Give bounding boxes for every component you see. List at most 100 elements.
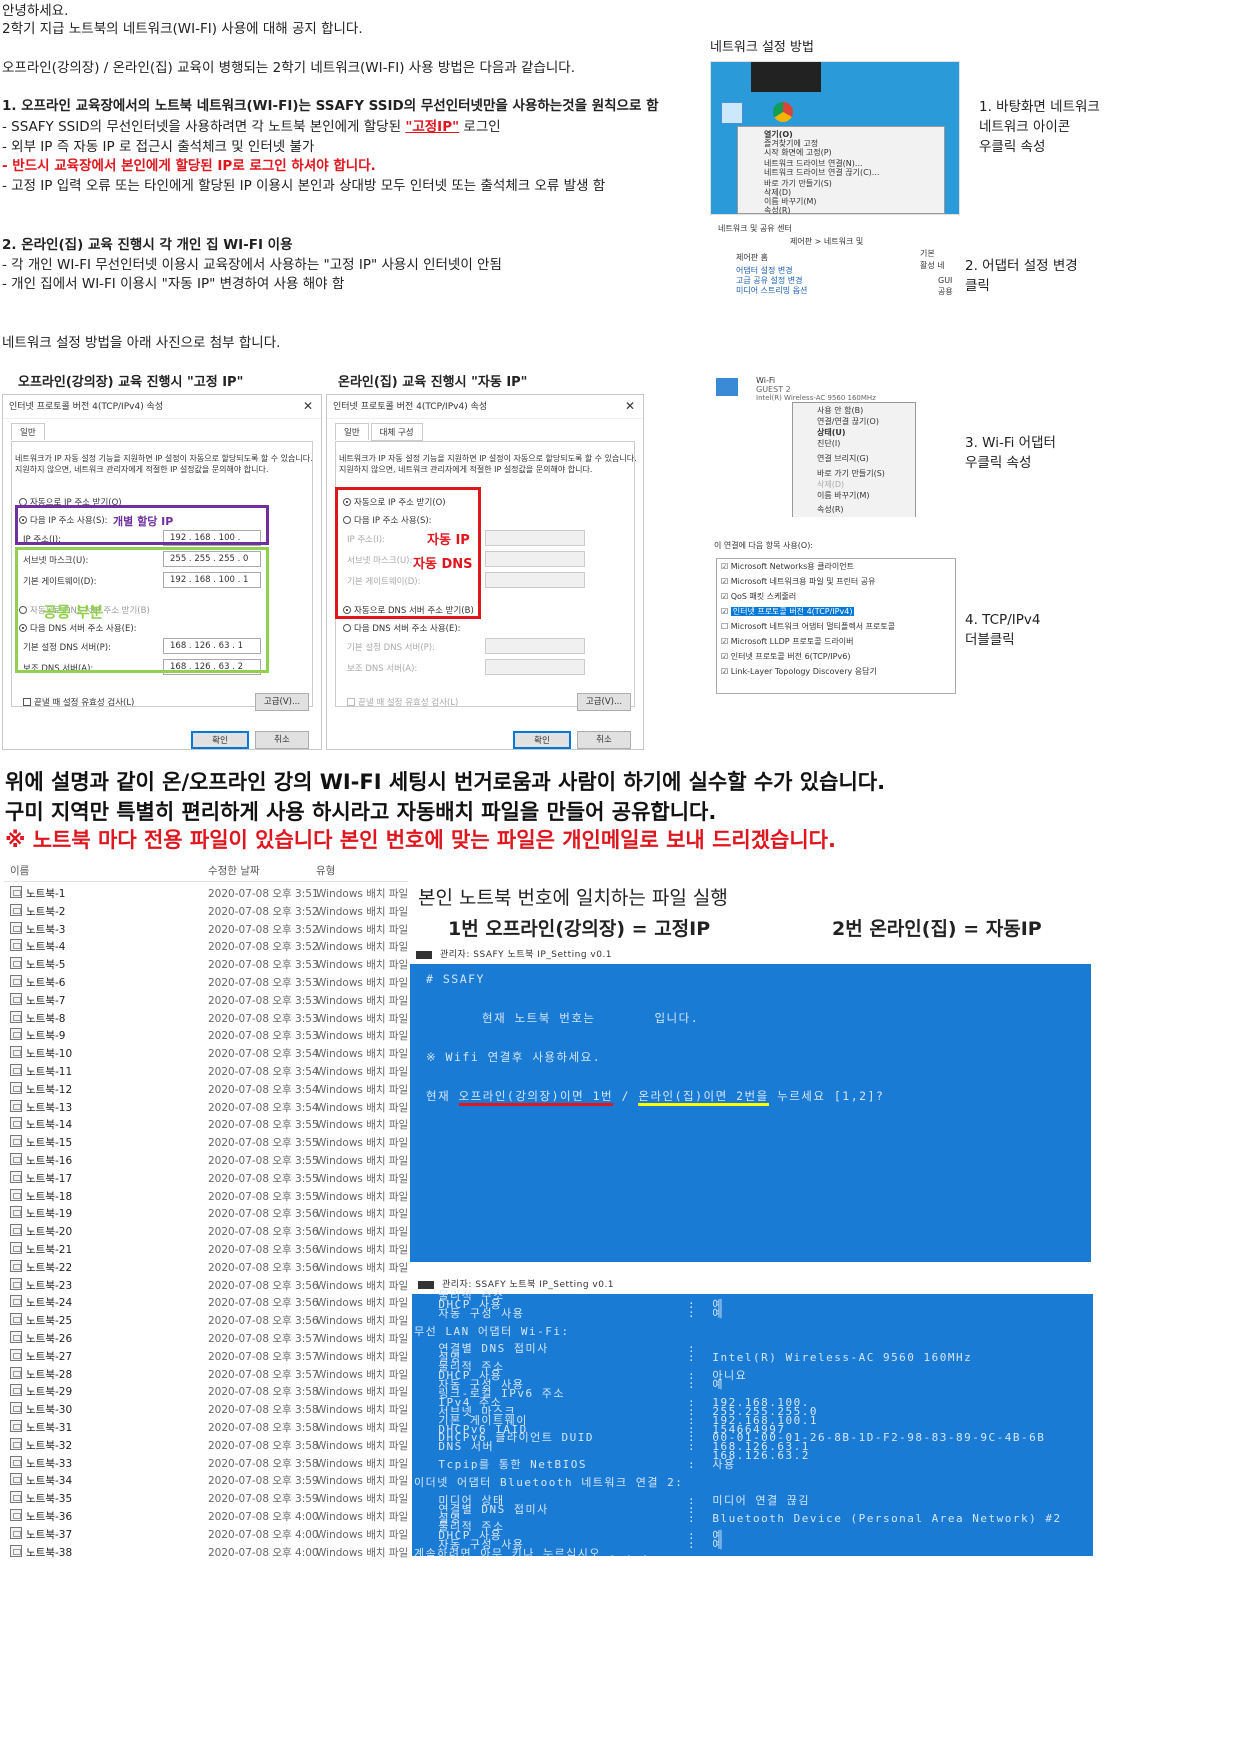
file-row[interactable]: 노트북-35 2020-07-08 오후 3:59 Windows 배치 파일 [4,1489,408,1507]
cancel-button[interactable]: 취소 [577,731,631,749]
item-row[interactable]: ☐ Microsoft 네트워크 어댑터 멀티플렉서 프로토콜 [721,621,895,632]
ip-field[interactable] [485,530,585,546]
item-row[interactable]: ☑ Link-Layer Topology Discovery 응답기 [721,666,877,677]
col-type[interactable]: 유형 [316,863,335,878]
file-row[interactable]: 노트북-14 2020-07-08 오후 3:55 Windows 배치 파일 [4,1115,408,1133]
menu-diagnose[interactable]: 진단(I) [817,438,840,449]
close-icon[interactable]: ✕ [625,399,635,413]
menu-bridge[interactable]: 연결 브리지(G) [817,453,869,464]
file-row[interactable]: 노트북-4 2020-07-08 오후 3:52 Windows 배치 파일 [4,937,408,955]
menu-disable[interactable]: 사용 안 함(B) [817,405,863,416]
link-media-streaming[interactable]: 미디어 스트리밍 옵션 [736,285,807,296]
item-row[interactable]: ☑ QoS 패킷 스케줄러 [721,591,796,602]
file-type: Windows 배치 파일 [316,888,408,900]
console-window-ipconfig: 관리자: SSAFY 노트북 IP_Setting v0.1 물리적 주소 DH… [412,1276,1093,1556]
control-panel-side-4: 공용 [938,287,953,296]
file-row[interactable]: 노트북-18 2020-07-08 오후 3:55 Windows 배치 파일 [4,1187,408,1205]
file-row[interactable]: 노트북-32 2020-07-08 오후 3:58 Windows 배치 파일 [4,1436,408,1454]
file-date: 2020-07-08 오후 3:54 [208,1048,319,1061]
col-date[interactable]: 수정한 날짜 [208,863,260,878]
file-row[interactable]: 노트북-25 2020-07-08 오후 3:56 Windows 배치 파일 [4,1311,408,1329]
menu-disconnect-drive[interactable]: 네트워크 드라이브 연결 끊기(C)... [764,167,879,178]
file-row[interactable]: 노트북-15 2020-07-08 오후 3:55 Windows 배치 파일 [4,1133,408,1151]
file-row[interactable]: 노트북-6 2020-07-08 오후 3:53 Windows 배치 파일 [4,973,408,991]
item-row[interactable]: ☑ 인터넷 프로토콜 버전 6(TCP/IPv6) [721,651,850,662]
advanced-button[interactable]: 고급(V)... [255,693,309,711]
file-row[interactable]: 노트북-5 2020-07-08 오후 3:53 Windows 배치 파일 [4,955,408,973]
validate-checkbox[interactable]: 끝낼 때 설정 유효성 검사(L) [23,696,134,708]
file-name: 노트북-6 [26,977,66,989]
file-row[interactable]: 노트북-13 2020-07-08 오후 3:54 Windows 배치 파일 [4,1098,408,1116]
file-row[interactable]: 노트북-26 2020-07-08 오후 3:57 Windows 배치 파일 [4,1329,408,1347]
menu-rename[interactable]: 이름 바꾸기(M) [817,490,870,501]
file-row[interactable]: 노트북-23 2020-07-08 오후 3:56 Windows 배치 파일 [4,1276,408,1294]
batch-file-icon [10,1064,22,1076]
batch-file-icon [10,921,22,934]
file-row[interactable]: 노트북-30 2020-07-08 오후 3:58 Windows 배치 파일 [4,1400,408,1418]
ok-button[interactable]: 확인 [191,731,249,749]
col-name[interactable]: 이름 [10,863,29,878]
file-row[interactable]: 노트북-7 2020-07-08 오후 3:53 Windows 배치 파일 [4,991,408,1009]
item-row[interactable]: ☑ Microsoft LLDP 프로토콜 드라이버 [721,636,854,647]
menu-delete[interactable]: 삭제(D) [817,479,844,490]
section1-line3: - 반드시 교육장에서 본인에게 할당된 IP로 로그인 하셔야 합니다. [2,158,376,174]
advanced-button[interactable]: 고급(V)... [577,693,631,711]
file-row[interactable]: 노트북-29 2020-07-08 오후 3:58 Windows 배치 파일 [4,1382,408,1400]
file-row[interactable]: 노트북-1 2020-07-08 오후 3:51 Windows 배치 파일 [4,884,408,902]
tab-general[interactable]: 일반 [335,423,369,440]
menu-shortcut[interactable]: 바로 가기 만들기(S) [817,468,885,479]
file-row[interactable]: 노트북-20 2020-07-08 오후 3:56 Windows 배치 파일 [4,1222,408,1240]
file-row[interactable]: 노트북-19 2020-07-08 오후 3:56 Windows 배치 파일 [4,1204,408,1222]
file-row[interactable]: 노트북-31 2020-07-08 오후 3:58 Windows 배치 파일 [4,1418,408,1436]
control-panel-home[interactable]: 제어판 홈 [736,252,768,263]
dns2-field[interactable] [485,659,585,675]
batch-file-icon [10,975,22,987]
file-row[interactable]: 노트북-11 2020-07-08 오후 3:54 Windows 배치 파일 [4,1062,408,1080]
menu-pin-start[interactable]: 시작 화면에 고정(P) [764,147,832,158]
tab-general[interactable]: 일반 [11,423,45,440]
item-row-ipv4[interactable]: ☑ 인터넷 프로토콜 버전 4(TCP/IPv4) [721,606,855,617]
file-row[interactable]: 노트북-9 2020-07-08 오후 3:53 Windows 배치 파일 [4,1026,408,1044]
item-row[interactable]: ☑ Microsoft Networks용 클라이언트 [721,561,854,572]
file-row[interactable]: 노트북-16 2020-07-08 오후 3:55 Windows 배치 파일 [4,1151,408,1169]
chrome-icon [773,102,793,122]
mask-field[interactable] [485,551,585,567]
ok-button[interactable]: 확인 [513,731,571,749]
file-row[interactable]: 노트북-38 2020-07-08 오후 4:00 Windows 배치 파일 [4,1543,408,1561]
setup-header: 네트워크 설정 방법 [710,40,814,55]
file-row[interactable]: 노트북-36 2020-07-08 오후 4:00 Windows 배치 파일 [4,1507,408,1525]
close-icon[interactable]: ✕ [303,399,313,413]
file-row[interactable]: 노트북-12 2020-07-08 오후 3:54 Windows 배치 파일 [4,1080,408,1098]
validate-checkbox[interactable]: 끝낼 때 설정 유효성 검사(L) [347,696,458,708]
file-row[interactable]: 노트북-3 2020-07-08 오후 3:52 Windows 배치 파일 [4,920,408,938]
online-choice-underline: 온라인(집)이면 2번을 [638,1089,769,1106]
wifi-guest: GUEST 2 [756,385,791,394]
menu-properties[interactable]: 속성(R) [764,205,791,214]
menu-connect[interactable]: 연결/연결 끊기(O) [817,416,879,427]
file-row[interactable]: 노트북-27 2020-07-08 오후 3:57 Windows 배치 파일 [4,1347,408,1365]
tab-alternate[interactable]: 대체 구성 [370,423,423,441]
file-row[interactable]: 노트북-10 2020-07-08 오후 3:54 Windows 배치 파일 [4,1044,408,1062]
file-row[interactable]: 노트북-33 2020-07-08 오후 3:58 Windows 배치 파일 [4,1454,408,1472]
file-row[interactable]: 노트북-21 2020-07-08 오후 3:56 Windows 배치 파일 [4,1240,408,1258]
menu-status[interactable]: 상태(U) [817,427,846,438]
file-list-header: 이름 수정한 날짜 유형 [4,858,408,882]
file-row[interactable]: 노트북-28 2020-07-08 오후 3:57 Windows 배치 파일 [4,1365,408,1383]
gateway-field[interactable] [485,572,585,588]
file-row[interactable]: 노트북-22 2020-07-08 오후 3:56 Windows 배치 파일 [4,1258,408,1276]
file-row[interactable]: 노트북-2 2020-07-08 오후 3:52 Windows 배치 파일 [4,902,408,920]
file-name: 노트북-35 [26,1493,73,1506]
batch-file-icon [10,1544,22,1557]
menu-properties[interactable]: 속성(R) [817,504,844,515]
item-row[interactable]: ☑ Microsoft 네트워크용 파일 및 프린터 공유 [721,576,876,587]
wifi-name: Wi-Fi [756,376,776,385]
file-row[interactable]: 노트북-37 2020-07-08 오후 4:00 Windows 배치 파일 [4,1525,408,1543]
manual-dns-option[interactable]: 다음 DNS 서버 주소 사용(E): [343,622,461,634]
file-row[interactable]: 노트북-8 2020-07-08 오후 3:53 Windows 배치 파일 [4,1009,408,1027]
dns1-field[interactable] [485,638,585,654]
file-row[interactable]: 노트북-17 2020-07-08 오후 3:55 Windows 배치 파일 [4,1169,408,1187]
file-row[interactable]: 노트북-24 2020-07-08 오후 3:56 Windows 배치 파일 [4,1293,408,1311]
file-date: 2020-07-08 오후 3:53 [208,959,319,972]
cancel-button[interactable]: 취소 [255,731,309,749]
file-row[interactable]: 노트북-34 2020-07-08 오후 3:59 Windows 배치 파일 [4,1471,408,1489]
